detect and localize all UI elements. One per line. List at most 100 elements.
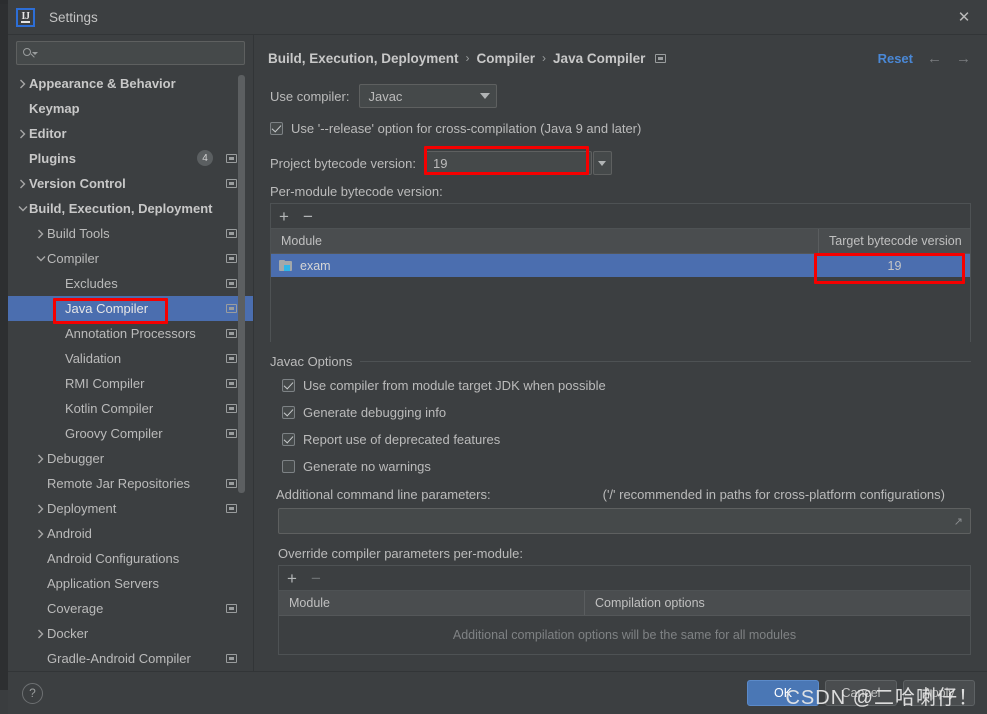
release-option-checkbox[interactable]	[270, 122, 283, 135]
sidebar-item-application-servers[interactable]: Application Servers	[8, 571, 253, 596]
generate-no-warnings-row: Generate no warnings	[254, 453, 987, 480]
settings-sync-icon[interactable]	[226, 654, 237, 663]
generate-no-warnings-checkbox[interactable]	[282, 460, 295, 473]
sidebar-item-editor[interactable]: Editor	[8, 121, 253, 146]
sidebar-item-label: Android	[47, 526, 92, 541]
close-icon[interactable]: ✕	[941, 0, 987, 34]
additional-params-label: Additional command line parameters:	[276, 486, 491, 502]
sidebar-item-appearance-behavior[interactable]: Appearance & Behavior	[8, 71, 253, 96]
settings-sync-icon[interactable]	[226, 154, 237, 163]
sidebar-item-label: Editor	[29, 126, 67, 141]
report-deprecated-checkbox[interactable]	[282, 433, 295, 446]
add-module-button[interactable]: +	[279, 208, 289, 225]
sidebar-item-annotation-processors[interactable]: Annotation Processors	[8, 321, 253, 346]
sidebar-item-kotlin-compiler[interactable]: Kotlin Compiler	[8, 396, 253, 421]
chevron-down-icon[interactable]	[16, 205, 29, 212]
sidebar-item-label: Build, Execution, Deployment	[29, 201, 213, 216]
sidebar-item-gradle-android-compiler[interactable]: Gradle-Android Compiler	[8, 646, 253, 671]
chevron-right-icon[interactable]	[34, 629, 47, 639]
sidebar-item-deployment[interactable]: Deployment	[8, 496, 253, 521]
sidebar-item-excludes[interactable]: Excludes	[8, 271, 253, 296]
settings-sync-icon[interactable]	[226, 604, 237, 613]
search-input[interactable]	[36, 45, 238, 61]
project-bytecode-row: Project bytecode version: 19	[254, 148, 987, 178]
use-compiler-value: Javac	[368, 88, 403, 104]
project-bytecode-select[interactable]: 19	[423, 151, 592, 175]
remove-module-button[interactable]: −	[303, 208, 313, 225]
sidebar-item-coverage[interactable]: Coverage	[8, 596, 253, 621]
breadcrumb-item-1[interactable]: Compiler	[477, 51, 536, 66]
table-row[interactable]: exam 19	[271, 254, 970, 277]
sidebar-item-remote-jar-repositories[interactable]: Remote Jar Repositories	[8, 471, 253, 496]
settings-sync-icon[interactable]	[655, 53, 667, 63]
sidebar-item-plugins[interactable]: Plugins 4	[8, 146, 253, 171]
chevron-right-icon[interactable]	[34, 504, 47, 514]
settings-sync-icon[interactable]	[226, 254, 237, 263]
settings-sync-icon[interactable]	[226, 479, 237, 488]
settings-sync-icon[interactable]	[226, 229, 237, 238]
sidebar-item-validation[interactable]: Validation	[8, 346, 253, 371]
search-box[interactable]	[16, 41, 245, 65]
add-override-button[interactable]: +	[287, 570, 297, 587]
additional-params-input[interactable]: ↗	[278, 508, 971, 534]
use-module-jdk-checkbox[interactable]	[282, 379, 295, 392]
chevron-right-icon[interactable]	[16, 129, 29, 139]
sidebar-item-rmi-compiler[interactable]: RMI Compiler	[8, 371, 253, 396]
expand-icon[interactable]: ↗	[954, 515, 963, 528]
sidebar-item-docker[interactable]: Docker	[8, 621, 253, 646]
sidebar-item-keymap[interactable]: Keymap	[8, 96, 253, 121]
sidebar-scrollbar-thumb[interactable]	[238, 75, 245, 493]
sidebar-item-debugger[interactable]: Debugger	[8, 446, 253, 471]
settings-sync-icon[interactable]	[226, 279, 237, 288]
breadcrumb-item-0[interactable]: Build, Execution, Deployment	[268, 51, 459, 66]
settings-sync-icon[interactable]	[226, 429, 237, 438]
group-divider	[360, 360, 971, 362]
column-header-target-bytecode[interactable]: Target bytecode version	[819, 234, 970, 248]
sidebar-item-compiler[interactable]: Compiler	[8, 246, 253, 271]
override-params-empty-note: Additional compilation options will be t…	[452, 628, 797, 642]
nav-back-icon[interactable]: ←	[927, 51, 942, 66]
sidebar-item-label: Kotlin Compiler	[65, 401, 154, 416]
sidebar-item-android-configurations[interactable]: Android Configurations	[8, 546, 253, 571]
ok-button[interactable]: OK	[747, 680, 819, 706]
use-compiler-select[interactable]: Javac	[359, 84, 498, 108]
nav-forward-icon[interactable]: →	[956, 51, 971, 66]
sidebar-item-build-tools[interactable]: Build Tools	[8, 221, 253, 246]
cancel-button[interactable]: Cancel	[825, 680, 897, 706]
per-module-table-body: exam 19	[271, 254, 970, 342]
settings-sync-icon[interactable]	[226, 404, 237, 413]
window-title: Settings	[49, 9, 98, 25]
chevron-right-icon[interactable]	[34, 454, 47, 464]
release-option-row: Use '--release' option for cross-compila…	[254, 115, 987, 142]
target-bytecode-value[interactable]: 19	[819, 259, 970, 273]
column-header-compilation-options[interactable]: Compilation options	[585, 596, 970, 610]
column-header-module[interactable]: Module	[279, 596, 584, 610]
sidebar-item-java-compiler[interactable]: Java Compiler	[8, 296, 253, 321]
sidebar-item-android[interactable]: Android	[8, 521, 253, 546]
chevron-right-icon[interactable]	[16, 179, 29, 189]
additional-params-row: Additional command line parameters: ('/'…	[254, 482, 987, 506]
reset-button[interactable]: Reset	[878, 51, 913, 66]
sidebar-item-build-execution-deployment[interactable]: Build, Execution, Deployment	[8, 196, 253, 221]
settings-sync-icon[interactable]	[226, 379, 237, 388]
chevron-right-icon[interactable]	[34, 229, 47, 239]
help-button[interactable]: ?	[22, 682, 43, 704]
sidebar-item-groovy-compiler[interactable]: Groovy Compiler	[8, 421, 253, 446]
project-bytecode-dropdown-button[interactable]	[592, 151, 612, 175]
column-header-module[interactable]: Module	[271, 234, 818, 248]
chevron-right-icon[interactable]	[16, 79, 29, 89]
chevron-down-icon[interactable]	[34, 255, 47, 262]
settings-sync-icon[interactable]	[226, 304, 237, 313]
settings-sync-icon[interactable]	[226, 504, 237, 513]
sidebar-scrollbar-track[interactable]	[238, 35, 249, 671]
chevron-right-icon[interactable]	[34, 529, 47, 539]
sidebar-item-label: Validation	[65, 351, 122, 366]
sidebar-item-label: Remote Jar Repositories	[47, 476, 191, 491]
breadcrumb-separator: ›	[465, 51, 470, 65]
settings-sync-icon[interactable]	[226, 179, 237, 188]
sidebar-item-version-control[interactable]: Version Control	[8, 171, 253, 196]
apply-button[interactable]: Apply	[903, 680, 975, 706]
settings-sync-icon[interactable]	[226, 354, 237, 363]
generate-debugging-info-checkbox[interactable]	[282, 406, 295, 419]
settings-sync-icon[interactable]	[226, 329, 237, 338]
